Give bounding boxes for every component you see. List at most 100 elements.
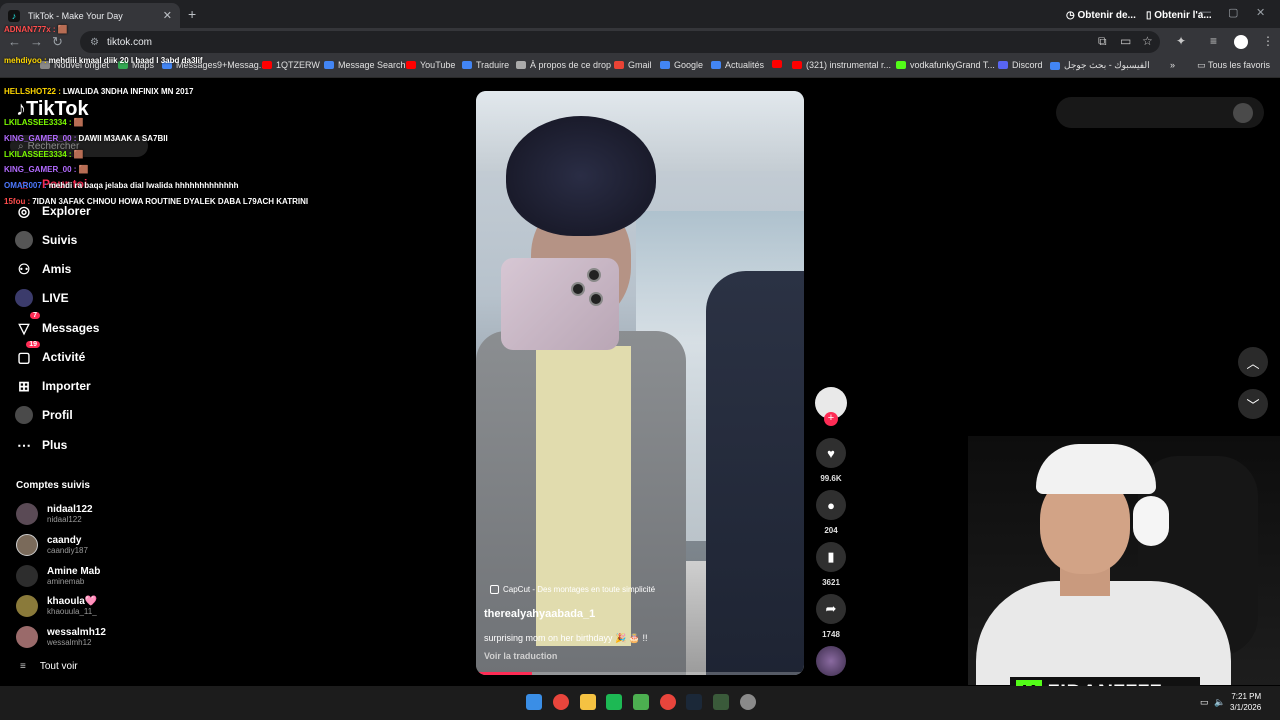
steam-icon[interactable] — [686, 694, 702, 710]
like-button[interactable]: ♥ — [816, 438, 846, 468]
video-frame-shirt — [536, 346, 631, 646]
bookmark-item[interactable] — [772, 60, 786, 68]
webcam-headphone — [1133, 496, 1169, 546]
clock-time: 7:21 PM — [1231, 692, 1262, 701]
bookmarks-more-button[interactable]: » — [1170, 60, 1175, 70]
settings-icon[interactable] — [740, 694, 756, 710]
maximize-icon[interactable]: ▢ — [1228, 6, 1238, 19]
extensions-icon[interactable]: ✦ — [1176, 34, 1186, 48]
cast-icon[interactable]: ▭ — [1120, 34, 1131, 48]
save-button[interactable]: ▮ — [816, 542, 846, 572]
menu-icon[interactable]: ⋮ — [1262, 34, 1274, 48]
previous-video-button[interactable]: ︿ — [1238, 347, 1268, 377]
chat-message: HELLSHOT22 : LWALIDA 3NDHA INFINIX MN 201… — [4, 87, 194, 96]
bookmark-item[interactable]: Gmail — [614, 60, 652, 70]
site-info-icon[interactable]: ⚙ — [90, 37, 99, 48]
comment-button[interactable]: ● — [816, 490, 846, 520]
sidebar-item-more[interactable]: ⋯ Plus — [14, 435, 67, 455]
bookmark-item[interactable]: الفيسبوك - بحث جوجل — [1050, 60, 1150, 71]
folder-icon: ▭ — [1197, 60, 1208, 70]
activity-badge: 19 — [26, 341, 40, 348]
profile-avatar-icon[interactable] — [1234, 35, 1248, 49]
bookmark-icon: ▮ — [827, 549, 835, 564]
video-frame-phone — [501, 258, 619, 350]
bookmark-item[interactable]: Google — [660, 60, 703, 70]
video-progress-fill — [476, 672, 532, 675]
messages-icon: ▽ 7 — [14, 312, 40, 338]
back-icon[interactable]: ← — [8, 34, 21, 49]
capcut-tag[interactable]: CapCut - Des montages en toute simplicit… — [490, 585, 655, 594]
new-tab-button[interactable]: + — [188, 6, 196, 22]
more-icon: ⋯ — [17, 436, 31, 453]
webcam-overlay — [968, 436, 1280, 685]
translate-icon[interactable]: ⧉ — [1098, 34, 1107, 49]
video-player[interactable]: CapCut - Des montages en toute simplicit… — [476, 91, 804, 675]
get-desktop-app-button[interactable]: ◷ Obtenir de... — [1066, 10, 1136, 21]
sidebar-item-messages[interactable]: ▽ 7 Messages — [14, 312, 99, 338]
activity-icon: ▢ 19 — [14, 341, 40, 367]
see-all-following-button[interactable]: ≡ Tout voir — [20, 661, 78, 672]
chrome-active-icon[interactable] — [660, 694, 676, 710]
bookmark-item[interactable]: 1QTZERW — [262, 60, 320, 70]
sidebar-item-following[interactable]: Suivis — [14, 230, 77, 250]
game-icon[interactable] — [713, 694, 729, 710]
network-icon[interactable]: ▭ — [1200, 697, 1209, 708]
chat-message: LKILASSEE3334 : 🟫 — [4, 118, 84, 127]
bookmark-star-icon[interactable]: ☆ — [1142, 34, 1153, 48]
share-button[interactable]: ➦ — [816, 594, 846, 624]
list-icon: ≡ — [20, 661, 26, 672]
user-avatar[interactable] — [1233, 103, 1253, 123]
file-explorer-icon[interactable] — [580, 694, 596, 710]
window-close-icon[interactable]: ✕ — [1256, 6, 1265, 19]
upload-icon: ⊞ — [18, 377, 30, 394]
bookmark-item[interactable]: Actualités — [711, 60, 764, 70]
get-mobile-app-button[interactable]: ▯ Obtenir l'a... — [1146, 10, 1212, 21]
sidebar-item-activity[interactable]: ▢ 19 Activité — [14, 341, 85, 367]
sidebar-item-friends[interactable]: ⚇ Amis — [14, 259, 72, 279]
followed-account[interactable]: khaoula🩷 khaouula_11_ — [16, 595, 97, 617]
tiktok-favicon-icon: ♪ — [8, 9, 20, 22]
followed-account[interactable]: Amine Mab aminemab — [16, 565, 100, 587]
video-progress-bar[interactable] — [476, 672, 804, 675]
address-bar[interactable]: ⚙ tiktok.com — [80, 31, 1160, 53]
video-frame-person — [706, 271, 804, 675]
sidebar-item-profile[interactable]: Profil — [14, 405, 73, 425]
following-avatar-icon — [14, 230, 34, 250]
friends-icon: ⚇ — [17, 260, 31, 277]
followed-account[interactable]: caandy caandiy187 — [16, 534, 88, 556]
bookmark-item[interactable]: Message Search — [324, 60, 406, 70]
following-section-title: Comptes suivis — [16, 480, 90, 491]
bookmark-item[interactable]: (321) instrumental r... — [792, 60, 891, 70]
all-bookmarks-button[interactable]: ▭ Tous les favoris — [1197, 60, 1270, 71]
bookmark-item[interactable]: Discord — [998, 60, 1043, 70]
webcam-body — [976, 581, 1231, 685]
forward-icon[interactable]: → — [30, 34, 43, 49]
chevron-up-icon: ︿ — [1246, 355, 1260, 371]
sidebar-item-upload[interactable]: ⊞ Importer — [14, 376, 91, 396]
follow-plus-icon[interactable]: + — [824, 412, 838, 426]
bookmark-item[interactable]: Traduire — [462, 60, 509, 70]
chrome-icon[interactable] — [553, 694, 569, 710]
bookmark-item[interactable]: YouTube — [406, 60, 455, 70]
sidebar-item-live[interactable]: LIVE — [14, 288, 69, 308]
app-icon[interactable] — [606, 694, 622, 710]
system-clock[interactable]: 7:21 PM 3/1/2026 — [1230, 691, 1261, 713]
followed-account[interactable]: nidaal122 nidaal122 — [16, 503, 93, 525]
next-video-button[interactable]: ﹀ — [1238, 389, 1268, 419]
tab-close-icon[interactable]: ✕ — [163, 9, 172, 22]
play-icon[interactable] — [633, 694, 649, 710]
followed-account[interactable]: wessalmh12 wessalmh12 — [16, 626, 106, 648]
browser-toolbar: ← → ↻ ⚙ tiktok.com ⧉ ▭ ☆ ✦ ≡ ⋮ — [0, 28, 1280, 56]
volume-icon[interactable]: 🔈 — [1214, 697, 1225, 708]
video-author[interactable]: therealyahyaabada_1 — [484, 608, 595, 620]
music-disc-icon[interactable] — [816, 646, 846, 676]
bookmark-item[interactable]: À propos de ce drop — [516, 60, 611, 70]
chat-message: ADNAN777x : 🟫 — [4, 25, 68, 34]
reading-list-icon[interactable]: ≡ — [1210, 34, 1217, 48]
translate-link[interactable]: Voir la traduction — [484, 651, 557, 661]
messages-badge: 7 — [30, 312, 40, 319]
avatar — [16, 626, 38, 648]
bookmark-item[interactable]: vodkafunkyGrand T... — [896, 60, 995, 70]
reload-icon[interactable]: ↻ — [52, 34, 63, 50]
windows-start-icon[interactable] — [526, 694, 542, 710]
